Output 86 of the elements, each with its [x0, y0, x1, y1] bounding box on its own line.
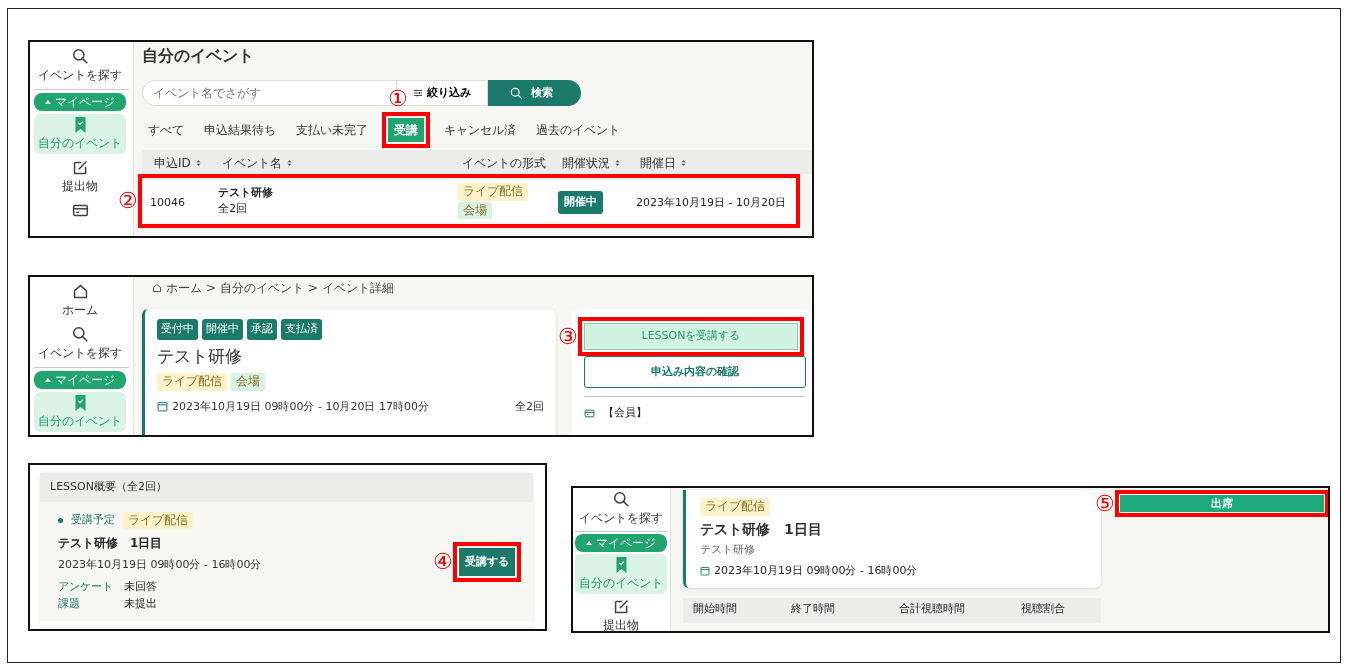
calendar-icon [700, 566, 710, 577]
meta-value: 未回答 [124, 578, 157, 595]
search-icon [71, 48, 89, 65]
lesson-title: テスト研修 1日目 [58, 535, 163, 553]
tag: 会場 [458, 201, 492, 220]
calendar-icon [157, 401, 168, 413]
step-number: ④ [433, 551, 453, 574]
section-label: マイページ [575, 534, 667, 552]
table-cell: 10046 [150, 196, 185, 209]
column-header: イベントの形式 [462, 155, 546, 172]
event-date: 2023年10月19日 09時00分 - 10月20日 17時00分 [172, 398, 429, 415]
tab[interactable]: 申込結果待ち [198, 118, 282, 142]
edit-icon [612, 598, 630, 615]
tag: ライブ配信 [123, 511, 193, 530]
tab[interactable]: キャンセル済 [438, 118, 522, 142]
section-label: マイページ [34, 93, 126, 111]
column-header[interactable]: 申込ID [154, 154, 202, 172]
breadcrumb-link[interactable]: ホーム [166, 279, 202, 297]
step-number: ③ [558, 325, 578, 348]
sort-icon [194, 158, 202, 168]
search-icon [612, 491, 630, 508]
sidebar-item[interactable]: イベントを探す [575, 489, 667, 529]
lesson-date: 2023年10月19日 09時00分 - 16時00分 [58, 557, 262, 574]
event-title: テスト研修 [157, 344, 242, 368]
status-badge: 支払済 [281, 319, 322, 340]
lesson-title: テスト研修 1日目 [700, 519, 822, 539]
column-header[interactable]: 開催状況 [562, 154, 621, 172]
tag: ライブ配信 [700, 498, 770, 516]
sort-icon [286, 158, 293, 168]
sidebar-item[interactable]: ホーム [34, 281, 126, 321]
sort-icon [680, 158, 687, 168]
event-name: テスト研修 [218, 184, 273, 201]
breadcrumb-link[interactable]: イベント詳細 [322, 279, 395, 297]
edit-icon [71, 159, 89, 176]
status-badge: 承認 [247, 319, 277, 340]
caret-icon [586, 541, 592, 545]
tab[interactable]: 過去のイベント [530, 118, 626, 142]
sidebar-item[interactable]: イベントを探す [34, 324, 126, 364]
tab[interactable]: 支払い未完了 [290, 118, 374, 142]
tag: 会場 [231, 373, 265, 391]
breadcrumb-separator: > [308, 280, 319, 297]
confirm-button[interactable]: 申込み内容の確認 [584, 356, 806, 388]
column-header: 合計視聴時間 [899, 601, 965, 615]
search-button[interactable]: 検索 [488, 80, 581, 106]
session-count: 全2回 [218, 201, 247, 217]
status-badge: 受付中 [157, 319, 198, 340]
column-header: 終了時間 [791, 601, 835, 615]
status-label: 受講予定 [71, 512, 115, 529]
tab[interactable]: すべて [142, 118, 190, 142]
lesson-date: 2023年10月19日 09時00分 - 16時00分 [714, 563, 918, 580]
step-number: ⑤ [1095, 492, 1115, 515]
column-header: 視聴割合 [1021, 601, 1065, 615]
step-number: ② [118, 190, 138, 212]
card-icon [71, 202, 89, 219]
price-label: 【会員】 [603, 405, 647, 421]
search-icon [510, 86, 523, 100]
status-badge: 開催中 [558, 191, 603, 214]
caret-icon [45, 378, 51, 382]
sidebar-item[interactable]: イベントを探す [34, 46, 126, 86]
card-header: LESSON概要（全2回） [40, 473, 533, 502]
filter-icon [413, 88, 423, 98]
sort-icon [614, 158, 621, 168]
section-label: マイページ [34, 371, 126, 389]
tag: ライブ配信 [157, 373, 227, 391]
column-header: 開始時間 [693, 601, 737, 615]
search-icon [71, 326, 89, 343]
session-count: 全2回 [515, 398, 544, 415]
sidebar-item[interactable]: 提出物 [575, 596, 667, 631]
home-icon [71, 283, 89, 300]
table-cell: 2023年10月19日 - 10月20日 [636, 196, 786, 209]
meta-label: 課題 [58, 596, 80, 613]
card-icon [584, 407, 595, 419]
column-header[interactable]: イベント名 [222, 154, 293, 172]
home-icon [152, 283, 162, 293]
status-badge: 開催中 [202, 319, 243, 340]
meta-value: 未提出 [124, 596, 157, 613]
column-header[interactable]: 開催日 [640, 154, 687, 172]
event-subtitle: テスト研修 [700, 541, 755, 558]
page-title: 自分のイベント [142, 45, 254, 67]
table-row[interactable]: 10046 テスト研修 全2回 ライブ配信 会場 開催中 2023年10月19日 - 10月20日 [144, 180, 794, 222]
attend-lesson-button[interactable]: 受講する [459, 547, 515, 577]
tag: ライブ配信 [458, 182, 528, 201]
breadcrumb-separator: > [206, 280, 217, 297]
breadcrumb-link[interactable]: 自分のイベント [220, 279, 305, 297]
caret-icon [45, 100, 51, 104]
meta-label: アンケート [58, 578, 113, 595]
